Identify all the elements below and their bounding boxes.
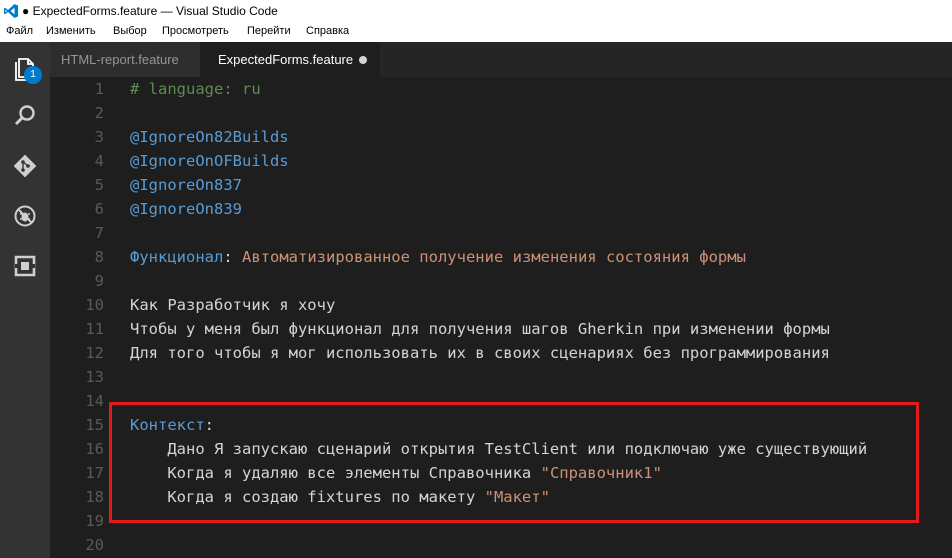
line-number: 4 — [94, 152, 104, 170]
tab-html-report[interactable]: HTML-report.feature — [50, 42, 200, 77]
line-number: 11 — [85, 320, 104, 338]
code-line[interactable]: 3 @IgnoreOn82Builds — [50, 125, 952, 149]
highlight-box — [109, 402, 919, 523]
code-line[interactable]: 11 Чтобы у меня был функционал для получе… — [50, 317, 952, 341]
tab-bar: HTML-report.feature ExpectedForms.featur… — [50, 42, 952, 77]
code-line[interactable]: 9 — [50, 269, 952, 293]
files-badge: 1 — [24, 66, 42, 84]
line-number: 1 — [94, 80, 104, 98]
code-line[interactable]: 5 @IgnoreOn837 — [50, 173, 952, 197]
tab-label: HTML-report.feature — [61, 52, 179, 67]
tab-label: ExpectedForms.feature — [218, 52, 354, 67]
line-content: Для того чтобы я мог использовать их в с… — [130, 341, 830, 365]
code-token: Функционал — [130, 248, 224, 266]
line-number: 6 — [94, 200, 104, 218]
line-number: 2 — [94, 104, 104, 122]
menu-help[interactable]: Справка — [306, 25, 349, 37]
git-icon[interactable] — [9, 150, 41, 182]
menu-view[interactable]: Просмотреть — [162, 25, 229, 37]
line-number: 18 — [85, 488, 104, 506]
line-content: Как Разработчик я хочу — [130, 293, 335, 317]
code-token: : — [223, 248, 242, 266]
menu-selection[interactable]: Выбор — [113, 25, 147, 37]
line-number: 19 — [85, 512, 104, 530]
line-number: 7 — [94, 224, 104, 242]
line-content: @IgnoreOn837 — [130, 173, 242, 197]
extensions-icon[interactable] — [9, 250, 41, 282]
line-number: 8 — [94, 248, 104, 266]
code-line[interactable]: 6 @IgnoreOn839 — [50, 197, 952, 221]
line-number: 5 — [94, 176, 104, 194]
line-number: 15 — [85, 416, 104, 434]
code-line[interactable]: 20 — [50, 533, 952, 557]
code-token: @IgnoreOnOFBuilds — [130, 152, 289, 170]
title-bar: ● ExpectedForms.feature — Visual Studio … — [0, 0, 952, 22]
debug-icon[interactable] — [9, 200, 41, 232]
code-token: @IgnoreOn82Builds — [130, 128, 289, 146]
code-line[interactable]: 12 Для того чтобы я мог использовать их в… — [50, 341, 952, 365]
code-token: Для того чтобы я мог использовать их в с… — [130, 344, 830, 362]
line-content: Функционал: Автоматизированное получение… — [130, 245, 746, 269]
tab-expected-forms[interactable]: ExpectedForms.feature — [200, 42, 380, 77]
line-number: 17 — [85, 464, 104, 482]
line-number: 13 — [85, 368, 104, 386]
line-number: 3 — [94, 128, 104, 146]
line-number: 12 — [85, 344, 104, 362]
activity-bar: 1 — [0, 42, 50, 558]
menu-go[interactable]: Перейти — [247, 25, 291, 37]
window-title: ● ExpectedForms.feature — Visual Studio … — [22, 4, 278, 18]
menu-bar: Файл Изменить Выбор Просмотреть Перейти … — [0, 22, 952, 42]
code-line[interactable]: 1 # language: ru — [50, 77, 952, 101]
code-line[interactable]: 13 — [50, 365, 952, 389]
vscode-logo-icon — [4, 4, 18, 18]
line-number: 10 — [85, 296, 104, 314]
code-line[interactable]: 2 — [50, 101, 952, 125]
line-content: @IgnoreOnOFBuilds — [130, 149, 289, 173]
code-token: @IgnoreOn839 — [130, 200, 242, 218]
menu-file[interactable]: Файл — [6, 25, 33, 37]
search-icon[interactable] — [9, 100, 41, 132]
code-line[interactable]: 10 Как Разработчик я хочу — [50, 293, 952, 317]
menu-edit[interactable]: Изменить — [46, 25, 96, 37]
line-content: # language: ru — [130, 77, 261, 101]
line-number: 20 — [85, 536, 104, 554]
code-line[interactable]: 7 — [50, 221, 952, 245]
code-token: Автоматизированное получение изменения с… — [242, 248, 746, 266]
code-token: @IgnoreOn837 — [130, 176, 242, 194]
code-token: Чтобы у меня был функционал для получени… — [130, 320, 830, 338]
line-content: @IgnoreOn839 — [130, 197, 242, 221]
code-line[interactable]: 8 Функционал: Автоматизированное получени… — [50, 245, 952, 269]
line-number: 9 — [94, 272, 104, 290]
code-token: Как Разработчик я хочу — [130, 296, 336, 314]
code-token: # language: ru — [130, 80, 261, 98]
unsaved-dot-icon[interactable] — [359, 56, 367, 64]
line-content: @IgnoreOn82Builds — [130, 125, 289, 149]
line-number: 14 — [85, 392, 104, 410]
line-content: Чтобы у меня был функционал для получени… — [130, 317, 830, 341]
code-line[interactable]: 4 @IgnoreOnOFBuilds — [50, 149, 952, 173]
line-number: 16 — [85, 440, 104, 458]
